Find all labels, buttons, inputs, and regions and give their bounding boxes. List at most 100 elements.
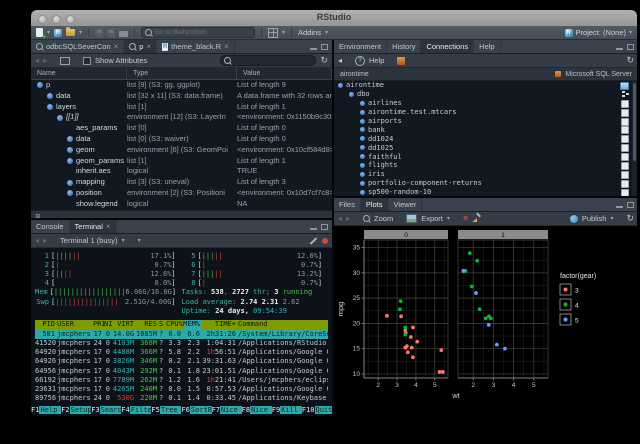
expander-icon[interactable] (349, 92, 354, 97)
new-project-icon[interactable] (54, 29, 62, 37)
fkey-f3[interactable]: F3Search (91, 405, 121, 415)
table-icon[interactable] (621, 126, 629, 134)
table-icon[interactable] (621, 189, 629, 196)
chevron-down-icon[interactable]: ▾ (47, 30, 50, 36)
explorer-search-input[interactable] (233, 57, 312, 64)
table-icon[interactable] (621, 118, 629, 126)
table-icon[interactable] (621, 171, 629, 179)
fkey-f2[interactable]: F2Setup (61, 405, 91, 415)
column-cpu[interactable]: CPU% (166, 320, 183, 330)
save-icon[interactable] (95, 29, 103, 37)
expander-icon[interactable] (67, 190, 73, 196)
chevron-down-icon[interactable]: ▾ (610, 216, 613, 222)
close-icon[interactable]: × (224, 43, 229, 51)
expander-icon[interactable] (360, 127, 365, 132)
connection-tree-item[interactable]: dd1024 (334, 134, 637, 143)
expander-icon[interactable] (67, 136, 73, 142)
help-label[interactable]: Help (369, 56, 384, 65)
connection-tree-item[interactable]: faithful (334, 152, 637, 161)
minimize-pane-icon[interactable] (616, 206, 623, 208)
close-icon[interactable]: × (106, 223, 111, 231)
table-icon[interactable] (621, 153, 629, 161)
fkey-f5[interactable]: F5Tree (151, 405, 181, 415)
process-table-header[interactable]: PIDUSERPRINIVIRTRESSCPU%MEM%TIME+Command (35, 320, 328, 330)
explorer-row[interactable]: inherit.aeslogicalTRUE (31, 166, 332, 177)
column-virt[interactable]: VIRT (112, 320, 136, 330)
column-value[interactable]: Value (237, 68, 332, 79)
tab-odbcsqlsevercon[interactable]: odbcSQLSeverCon × (31, 40, 124, 53)
fkey-f9[interactable]: F9Kill (272, 405, 302, 415)
tab-theme-black-r[interactable]: theme_black.R × (157, 40, 235, 53)
table-icon[interactable] (621, 135, 629, 143)
export-image-icon[interactable] (406, 214, 417, 223)
fkey-f1[interactable]: F1Help (31, 405, 61, 415)
table-icon[interactable] (621, 144, 629, 152)
forward-icon[interactable]: ▸ (43, 57, 47, 65)
tab-history[interactable]: History (387, 40, 421, 53)
column-res[interactable]: RES (136, 320, 159, 330)
chevron-down-icon[interactable]: ▾ (122, 238, 125, 244)
expander-icon[interactable] (57, 115, 63, 121)
chevron-down-icon[interactable]: ▾ (79, 30, 82, 36)
expander-icon[interactable] (360, 136, 365, 141)
tab-environment[interactable]: Environment (334, 40, 387, 53)
explorer-row[interactable]: aes_paramslist [0]List of length 0 (31, 123, 332, 134)
explorer-row[interactable]: mappinglist [3] (S3: uneval)List of leng… (31, 177, 332, 188)
minimize-pane-icon[interactable] (616, 48, 623, 50)
publish-icon[interactable] (570, 215, 578, 223)
publish-button[interactable]: Publish (582, 214, 607, 223)
forward-icon[interactable]: ▸ (346, 215, 350, 223)
remove-plot-icon[interactable]: × (463, 214, 468, 223)
connection-tree-item[interactable]: airports (334, 117, 637, 126)
scrollbar[interactable] (632, 81, 637, 196)
expander-icon[interactable] (37, 82, 43, 88)
expander-icon[interactable] (360, 181, 365, 186)
sql-connection-icon[interactable] (397, 57, 405, 65)
chevron-down-icon[interactable]: ▾ (282, 30, 285, 36)
explorer-row[interactable]: plist [9] (S3: gg, ggplot)List of length… (31, 80, 332, 91)
table-icon[interactable] (621, 162, 629, 170)
table-icon[interactable] (621, 109, 629, 117)
refresh-icon[interactable]: ↻ (626, 214, 634, 223)
terminal-output[interactable]: 1[||||||17.1%]5[|||||12.6%]2[|0.7%]6[|0.… (31, 248, 332, 416)
help-icon[interactable]: ? (355, 56, 365, 66)
terminal-selector[interactable]: Terminal 1 (busy) (60, 236, 118, 245)
connection-icon[interactable] (620, 82, 629, 90)
expander-icon[interactable] (360, 101, 365, 106)
tab-connections[interactable]: Connections (421, 40, 474, 53)
refresh-icon[interactable]: ↻ (626, 56, 634, 65)
fkey-f7[interactable]: F7Nice - (212, 405, 242, 415)
new-file-icon[interactable] (36, 28, 43, 37)
connection-tree-item[interactable]: iris (334, 170, 637, 179)
column-pri[interactable]: PRI (93, 320, 104, 330)
expander-icon[interactable] (360, 154, 365, 159)
scrollbar-thumb[interactable] (633, 83, 636, 161)
expander-icon[interactable] (360, 119, 365, 124)
connection-tree-item[interactable]: airontime (334, 81, 637, 90)
column-user[interactable]: USER (57, 320, 93, 330)
maximize-pane-icon[interactable] (321, 44, 328, 50)
export-button[interactable]: Export (421, 214, 443, 223)
fkey-f4[interactable]: F4Filter (121, 405, 151, 415)
fkey-f6[interactable]: F6SortBy (181, 405, 211, 415)
fkey-f8[interactable]: F8Nice + (242, 405, 272, 415)
expander-icon[interactable] (47, 104, 53, 110)
tab-console[interactable]: Console (31, 220, 70, 233)
expander-icon[interactable] (338, 83, 343, 88)
explorer-row[interactable]: layerslist [1]List of length 1 (31, 102, 332, 113)
explorer-row[interactable]: geom_paramslist [1]List of length 1 (31, 156, 332, 167)
tab-terminal[interactable]: Terminal × (70, 220, 117, 233)
connection-tree-item[interactable]: flights (334, 161, 637, 170)
expander-icon[interactable] (360, 110, 365, 115)
connection-tree-item[interactable]: airlines (334, 99, 637, 108)
goto-file-input[interactable] (155, 29, 251, 36)
chevron-down-icon[interactable]: ▾ (138, 238, 141, 244)
expander-icon[interactable] (47, 93, 53, 99)
refresh-icon[interactable]: ↻ (320, 56, 328, 65)
back-icon[interactable]: ◂ (35, 237, 39, 245)
explorer-row[interactable]: positionenvironment [2] (S3: Positioni<e… (31, 188, 332, 199)
maximize-pane-icon[interactable] (627, 44, 634, 50)
maximize-pane-icon[interactable] (321, 224, 328, 230)
column-name[interactable]: Name (31, 68, 127, 79)
explorer-row[interactable]: datalist [0] (S3: waiver)List of length … (31, 134, 332, 145)
